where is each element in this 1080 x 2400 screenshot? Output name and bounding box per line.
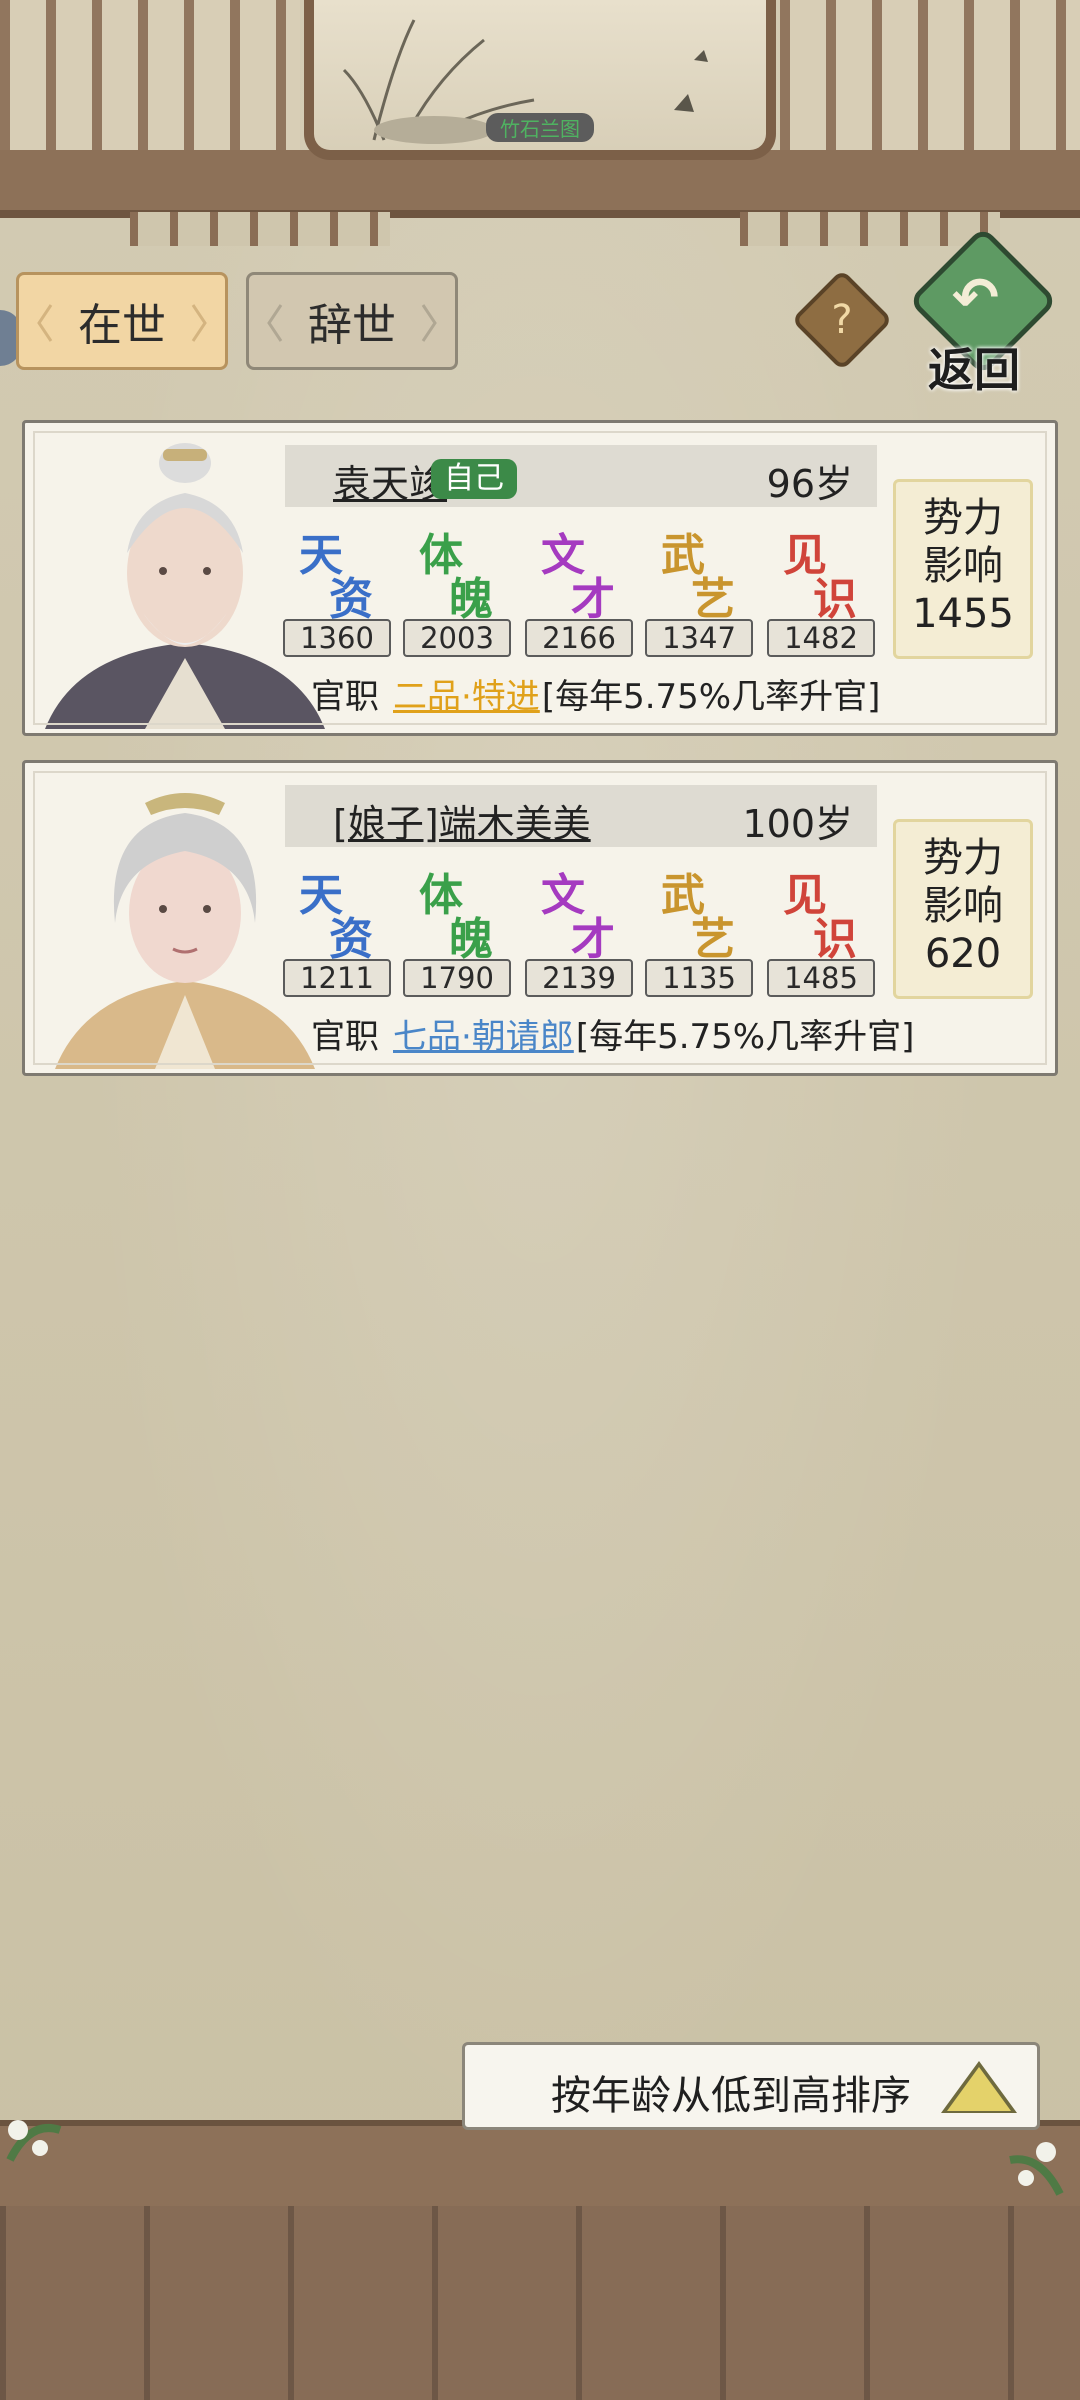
attr-physique-label: 体魄 [419, 530, 493, 625]
attr-martial-label: 武艺 [661, 530, 735, 625]
attr-martial-label: 武艺 [661, 870, 735, 965]
attr-martial-value: 1135 [645, 959, 753, 997]
official-label: 官职 [311, 677, 379, 717]
back-button[interactable]: ↶ 返回 [908, 226, 1058, 397]
attr-insight-label: 见识 [783, 530, 857, 625]
influence-label-1: 势力 [923, 495, 1003, 541]
attr-physique-label: 体魄 [419, 870, 493, 965]
attr-physique-value: 1790 [403, 959, 511, 997]
chevron-left-icon [37, 304, 53, 342]
painting-caption: 竹石兰图 [486, 113, 594, 142]
person-card[interactable]: 袁天竣 自己 96岁 天资 体魄 文才 武艺 见识 1360 2003 2166… [22, 420, 1058, 736]
promotion-chance: [每年5.75%几率升官] [575, 1017, 915, 1057]
chevron-right-icon [191, 304, 207, 342]
attr-literary-value: 2166 [525, 619, 633, 657]
attr-insight-value: 1482 [767, 619, 875, 657]
influence-label-2: 影响 [923, 883, 1003, 929]
sort-by-age-button[interactable]: 按年龄从低到高排序 [462, 2042, 1040, 2130]
triangle-up-icon [947, 2067, 1011, 2111]
top-window-frame: 竹石兰图 [0, 0, 1080, 246]
flower-left-icon [6, 2120, 62, 2162]
person-name[interactable]: 袁天竣 [333, 453, 447, 508]
orchid-painting: 竹石兰图 [304, 0, 776, 160]
chevron-left-icon [267, 304, 283, 342]
official-line: 官职 七品·朝请郎[每年5.75%几率升官] [311, 1009, 914, 1058]
attr-talent-value: 1360 [283, 619, 391, 657]
attr-talent-value: 1211 [283, 959, 391, 997]
back-label: 返回 [928, 343, 1020, 397]
influence-value: 620 [924, 931, 1002, 977]
person-card[interactable]: [娘子]端木美美 100岁 天资 体魄 文才 武艺 见识 1211 1790 2… [22, 760, 1058, 1076]
floor-beam [0, 2120, 1080, 2212]
tab-alive[interactable]: 在世 [16, 272, 228, 370]
influence-label-2: 影响 [923, 543, 1003, 589]
attr-literary-label: 文才 [541, 530, 615, 625]
attr-literary-value: 2139 [525, 959, 633, 997]
tab-deceased-label: 辞世 [308, 300, 396, 351]
wooden-floor [0, 2206, 1080, 2400]
person-age: 96岁 [766, 462, 853, 506]
influence-label-1: 势力 [923, 835, 1003, 881]
influence-box: 势力 影响 1455 [893, 479, 1033, 659]
sort-label: 按年龄从低到高排序 [551, 2073, 911, 2119]
attr-physique-value: 2003 [403, 619, 511, 657]
promotion-chance: [每年5.75%几率升官] [541, 677, 881, 717]
person-age: 100岁 [742, 802, 853, 846]
tab-deceased[interactable]: 辞世 [246, 272, 458, 370]
attr-talent-label: 天资 [299, 870, 373, 965]
official-rank[interactable]: 二品·特进 [393, 677, 540, 717]
attr-insight-label: 见识 [783, 870, 857, 965]
official-label: 官职 [311, 1017, 379, 1057]
wooden-beam [0, 150, 1080, 218]
influence-box: 势力 影响 620 [893, 819, 1033, 999]
lower-lattice-left [130, 212, 390, 246]
attr-literary-label: 文才 [541, 870, 615, 965]
flower-right-icon [1009, 2142, 1064, 2196]
return-arrow-icon: ↶ [952, 266, 999, 331]
self-badge: 自己 [431, 459, 517, 499]
attr-talent-label: 天资 [299, 530, 373, 625]
attr-martial-value: 1347 [645, 619, 753, 657]
chevron-right-icon [421, 304, 437, 342]
tab-alive-label: 在世 [78, 300, 166, 351]
attr-insight-value: 1485 [767, 959, 875, 997]
influence-value: 1455 [912, 591, 1014, 637]
official-line: 官职 二品·特进[每年5.75%几率升官] [311, 669, 880, 718]
person-name[interactable]: [娘子]端木美美 [333, 793, 591, 848]
question-icon: ? [831, 297, 853, 343]
official-rank[interactable]: 七品·朝请郎 [393, 1017, 574, 1057]
